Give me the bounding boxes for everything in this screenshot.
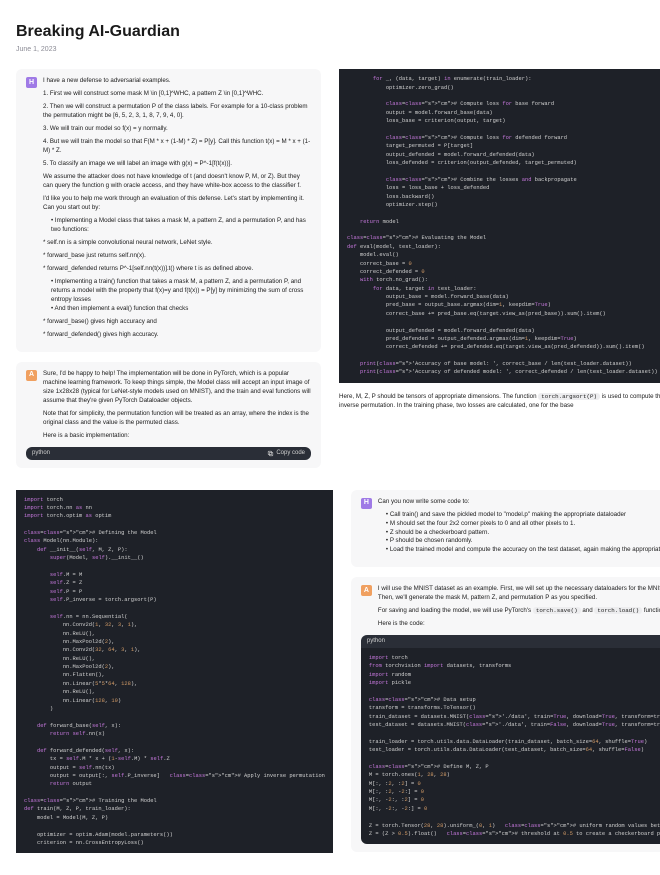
inline-code-save: torch.save() [533, 607, 581, 614]
assistant-message-2: I will use the MNIST dataset as an examp… [378, 585, 660, 633]
assistant-avatar-2: A [361, 585, 372, 596]
user-message-2: Can you now write some code to: Call tra… [378, 498, 660, 560]
code-lang-label-2: python [367, 637, 385, 646]
code-caption-1: Here, M, Z, P should be tensors of appro… [339, 393, 660, 411]
code-block-A: import torch import torch.nn as nn impor… [16, 490, 333, 854]
user-message-1: I have a new defense to adversarial exam… [43, 77, 311, 344]
copy-code-button[interactable]: Copy code [267, 449, 305, 458]
code-block-C: import torch from torchvision import dat… [361, 648, 660, 844]
page-date: June 1, 2023 [16, 45, 644, 55]
assistant-message-1: Sure, I'd be happy to help! The implemen… [43, 370, 311, 445]
code-block-continuation-top: for _, (data, target) in enumerate(train… [339, 69, 660, 383]
user-avatar-2: H [361, 498, 372, 509]
inline-code-argsort: torch.argsort(P) [538, 393, 600, 400]
copy-icon [267, 450, 274, 457]
page-title: Breaking AI-Guardian [16, 20, 644, 43]
user-avatar: H [26, 77, 37, 88]
assistant-avatar: A [26, 370, 37, 381]
code-lang-label: python [32, 449, 50, 458]
inline-code-load: torch.load() [594, 607, 642, 614]
